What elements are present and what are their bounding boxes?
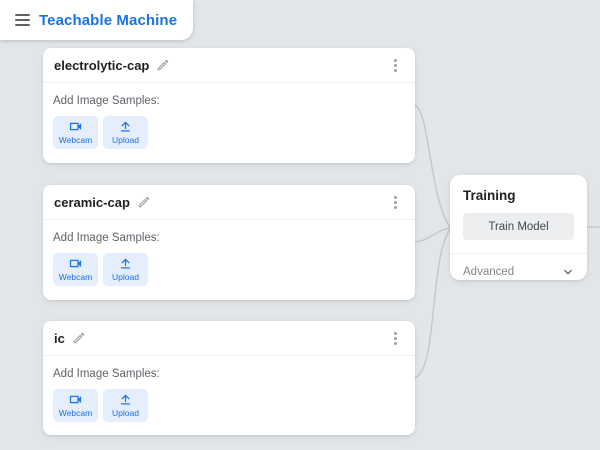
webcam-icon xyxy=(68,119,83,134)
class-card-body: Add Image Samples: Webcam Upload xyxy=(43,220,415,286)
class-card-body: Add Image Samples: Webcam Upload xyxy=(43,83,415,149)
app-bar: Teachable Machine xyxy=(0,0,193,40)
training-card: Training Train Model Advanced xyxy=(450,175,587,280)
webcam-icon xyxy=(68,256,83,271)
webcam-button[interactable]: Webcam xyxy=(53,389,98,422)
class-card-header: ic xyxy=(43,321,415,356)
kebab-menu-icon[interactable] xyxy=(388,192,403,213)
webcam-button-label: Webcam xyxy=(59,408,92,418)
upload-button-label: Upload xyxy=(112,135,139,145)
train-model-button[interactable]: Train Model xyxy=(463,213,574,240)
class-card-electrolytic-cap: electrolytic-cap Add Image Samples: Webc… xyxy=(43,48,415,163)
upload-button[interactable]: Upload xyxy=(103,389,148,422)
add-samples-label: Add Image Samples: xyxy=(53,95,415,107)
kebab-menu-icon[interactable] xyxy=(388,55,403,76)
class-name-label: ic xyxy=(54,331,65,346)
kebab-menu-icon[interactable] xyxy=(388,328,403,349)
webcam-button[interactable]: Webcam xyxy=(53,116,98,149)
edit-pencil-icon[interactable] xyxy=(72,331,86,345)
upload-icon xyxy=(118,392,133,407)
upload-icon xyxy=(118,119,133,134)
class-card-header: electrolytic-cap xyxy=(43,48,415,83)
app-title[interactable]: Teachable Machine xyxy=(39,12,177,29)
webcam-button-label: Webcam xyxy=(59,272,92,282)
add-samples-label: Add Image Samples: xyxy=(53,368,415,380)
upload-icon xyxy=(118,256,133,271)
upload-button[interactable]: Upload xyxy=(103,116,148,149)
webcam-button-label: Webcam xyxy=(59,135,92,145)
class-name-label: ceramic-cap xyxy=(54,195,130,210)
hamburger-menu-icon[interactable] xyxy=(15,14,30,26)
class-card-body: Add Image Samples: Webcam Upload xyxy=(43,356,415,422)
class-card-ic: ic Add Image Samples: Webcam Upload xyxy=(43,321,415,435)
training-title: Training xyxy=(463,188,587,203)
add-samples-label: Add Image Samples: xyxy=(53,232,415,244)
teachable-machine-app: Teachable Machine electrolytic-cap Add I… xyxy=(0,0,600,450)
upload-button-label: Upload xyxy=(112,408,139,418)
advanced-label: Advanced xyxy=(463,266,514,278)
upload-button-label: Upload xyxy=(112,272,139,282)
webcam-icon xyxy=(68,392,83,407)
chevron-down-icon[interactable] xyxy=(560,264,576,280)
class-card-ceramic-cap: ceramic-cap Add Image Samples: Webcam Up… xyxy=(43,185,415,300)
upload-button[interactable]: Upload xyxy=(103,253,148,286)
edit-pencil-icon[interactable] xyxy=(156,58,170,72)
class-name-label: electrolytic-cap xyxy=(54,58,149,73)
advanced-toggle[interactable]: Advanced xyxy=(450,254,587,289)
edit-pencil-icon[interactable] xyxy=(137,195,151,209)
webcam-button[interactable]: Webcam xyxy=(53,253,98,286)
class-card-header: ceramic-cap xyxy=(43,185,415,220)
